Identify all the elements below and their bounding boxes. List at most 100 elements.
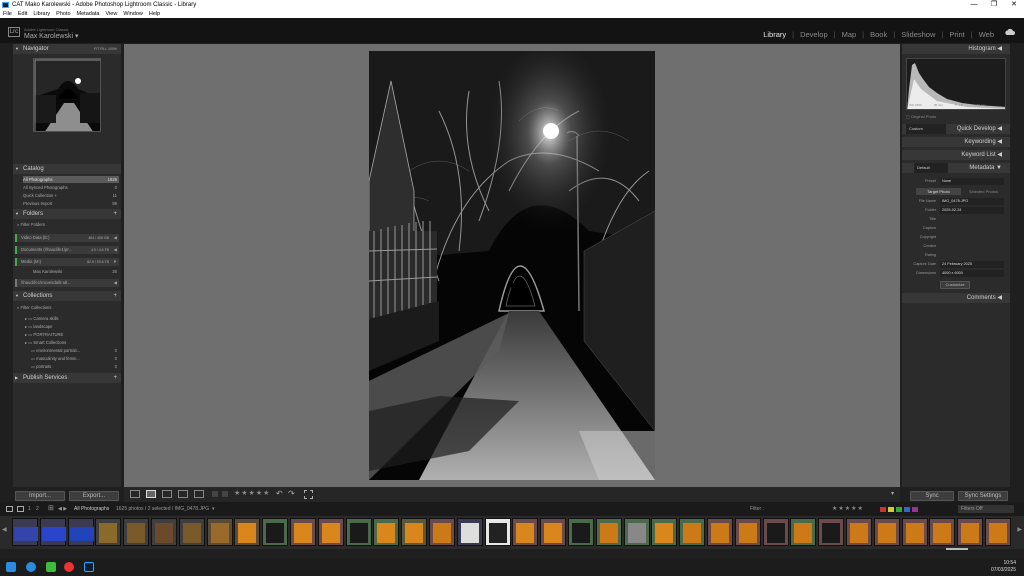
filmstrip-thumbnail[interactable] — [39, 518, 66, 546]
filmstrip-thumbnail[interactable] — [317, 518, 344, 546]
filmstrip-source-menu-icon[interactable]: ▾ — [212, 502, 215, 516]
filmstrip-thumbnail[interactable] — [290, 518, 316, 546]
windows-start-icon[interactable] — [6, 562, 16, 572]
collection-item[interactable]: ▭ portraits 0 — [31, 363, 119, 370]
metadata-field[interactable]: Title — [906, 216, 1006, 223]
metadata-field[interactable]: File Name IMG_0478.JPG — [906, 198, 1006, 205]
lightroom-taskbar-icon[interactable] — [84, 562, 94, 572]
module-slideshow[interactable]: Slideshow — [901, 30, 935, 39]
main-photo[interactable] — [369, 51, 655, 480]
filmstrip-thumbnail[interactable] — [901, 518, 928, 546]
rotate-right-icon[interactable]: ↷ — [288, 489, 295, 498]
reject-flag-icon[interactable] — [222, 491, 228, 497]
collection-set[interactable]: ▸ ▭ Camera skills — [25, 315, 121, 322]
filmstrip-thumbnail[interactable] — [679, 518, 706, 546]
filmstrip-thumbnail[interactable] — [957, 518, 984, 546]
metadata-view-select[interactable]: Default — [914, 163, 948, 173]
sync-settings-button[interactable]: Sync Settings — [958, 491, 1008, 501]
menu-file[interactable]: File — [3, 10, 12, 18]
filmstrip-thumbnail[interactable] — [818, 518, 845, 546]
import-button[interactable]: Import... — [15, 491, 65, 501]
minimize-button[interactable]: — — [964, 0, 984, 10]
filmstrip-thumbnail[interactable] — [734, 518, 761, 546]
filmstrip-thumbnail[interactable] — [373, 518, 400, 546]
green-label-filter[interactable] — [896, 507, 902, 512]
close-button[interactable]: ✕ — [1004, 0, 1024, 10]
page-1-button[interactable]: 1 — [28, 502, 31, 516]
filmstrip-thumbnail[interactable] — [512, 518, 539, 546]
filmstrip[interactable]: ◀ ▶ — [0, 516, 1024, 550]
filmstrip-thumbnail[interactable] — [846, 518, 872, 546]
volume-item[interactable]: \\hauclife1\mcvesda\lt-alt... ◀ — [15, 279, 119, 287]
filmstrip-thumbnail[interactable] — [151, 518, 177, 546]
metadata-field[interactable]: Folder 2025-02-24 — [906, 207, 1006, 214]
page-2-button[interactable]: 2 — [36, 502, 39, 516]
grid-view-icon[interactable] — [130, 490, 140, 498]
metadata-field[interactable]: Rating — [906, 252, 1006, 259]
navigator-header[interactable]: ▼ Navigator FIT FILL 100% — [13, 44, 121, 54]
filmstrip-thumbnail[interactable] — [707, 518, 733, 546]
flag-icon[interactable] — [212, 491, 218, 497]
menu-photo[interactable]: Photo — [56, 10, 70, 18]
module-book[interactable]: Book — [870, 30, 887, 39]
module-map[interactable]: Map — [842, 30, 857, 39]
menu-metadata[interactable]: Metadata — [77, 10, 100, 18]
filmstrip-source[interactable]: All Photographs — [74, 502, 109, 516]
filter-stars[interactable]: ★★★★★ — [832, 502, 864, 516]
filmstrip-thumbnail[interactable] — [178, 518, 205, 546]
publish-services-header[interactable]: ▶ Publish Services + — [13, 373, 121, 383]
blue-label-filter[interactable] — [904, 507, 910, 512]
menu-window[interactable]: Window — [123, 10, 143, 18]
module-library[interactable]: Library — [763, 30, 786, 39]
metadata-field[interactable]: Dimensions 4000 x 6000 — [906, 270, 1006, 277]
filmstrip-scrollbar[interactable] — [946, 548, 968, 550]
catalog-item[interactable]: Previous Import 89 — [23, 200, 119, 207]
collection-item[interactable]: ▭ environmental portrait... 0 — [31, 347, 119, 354]
main-window-icon[interactable] — [6, 506, 13, 512]
filmstrip-thumbnail[interactable] — [262, 518, 289, 546]
rating-stars[interactable]: ★★★★★ — [234, 489, 270, 497]
greenshot-icon[interactable] — [46, 562, 56, 572]
filmstrip-thumbnail[interactable] — [651, 518, 678, 546]
menu-help[interactable]: Help — [149, 10, 160, 18]
filmstrip-thumbnail[interactable] — [67, 518, 94, 546]
volume-item[interactable]: Media (M:) 82.9 / 93.6 TB ▼ — [15, 258, 119, 266]
filter-folders-input[interactable]: ⌕ Filter Folders — [17, 221, 113, 228]
scroll-right-icon[interactable]: ▶ — [1017, 526, 1022, 533]
people-view-icon[interactable] — [194, 490, 204, 498]
keywording-header[interactable]: Keywording ◀ — [902, 137, 1010, 147]
purple-label-filter[interactable] — [912, 507, 918, 512]
export-button[interactable]: Export... — [69, 491, 119, 501]
filmstrip-thumbnail[interactable] — [12, 518, 38, 546]
filmstrip-thumbnail[interactable] — [95, 518, 122, 546]
tab-selected-photos[interactable]: Selected Photos — [961, 188, 1006, 195]
filmstrip-thumbnail[interactable] — [985, 518, 1011, 546]
volume-item[interactable]: Documents (\\hauclife1\pr... 4.0 / 4.6 TB… — [15, 246, 119, 254]
add-publish-icon[interactable]: + — [113, 373, 117, 383]
filmstrip-thumbnail[interactable] — [929, 518, 956, 546]
add-collection-icon[interactable]: + — [113, 291, 117, 301]
metadata-field[interactable]: Creator — [906, 243, 1006, 250]
histogram-header[interactable]: Histogram ◀ — [902, 44, 1010, 54]
navigator-preview[interactable] — [33, 58, 101, 132]
filmstrip-thumbnail[interactable] — [790, 518, 817, 546]
second-window-icon[interactable] — [17, 506, 24, 512]
filmstrip-thumbnail[interactable] — [234, 518, 261, 546]
filmstrip-thumbnail[interactable] — [123, 518, 150, 546]
filmstrip-thumbnail[interactable] — [456, 518, 483, 546]
maximize-button[interactable]: ❐ — [984, 0, 1004, 10]
system-clock[interactable]: 10:54 07/03/2025 — [991, 560, 1016, 574]
catalog-item[interactable]: All Synced Photographs 0 — [23, 184, 119, 191]
add-folder-icon[interactable]: + — [113, 209, 117, 219]
filmstrip-thumbnail[interactable] — [623, 518, 650, 546]
metadata-field[interactable]: Caption — [906, 225, 1006, 232]
menu-edit[interactable]: Edit — [18, 10, 27, 18]
chrome-icon[interactable] — [64, 562, 74, 572]
saved-preset-select[interactable]: Custom — [906, 124, 946, 134]
rotate-left-icon[interactable]: ↶ — [276, 489, 283, 498]
folder-item[interactable]: Max Karolewski 25 — [33, 268, 119, 275]
metadata-field[interactable]: Copyright — [906, 234, 1006, 241]
scroll-left-icon[interactable]: ◀ — [2, 526, 7, 533]
grid-icon[interactable]: ⊞ — [48, 502, 54, 516]
collection-set[interactable]: ▸ ▭ Smart Collections — [25, 339, 121, 346]
